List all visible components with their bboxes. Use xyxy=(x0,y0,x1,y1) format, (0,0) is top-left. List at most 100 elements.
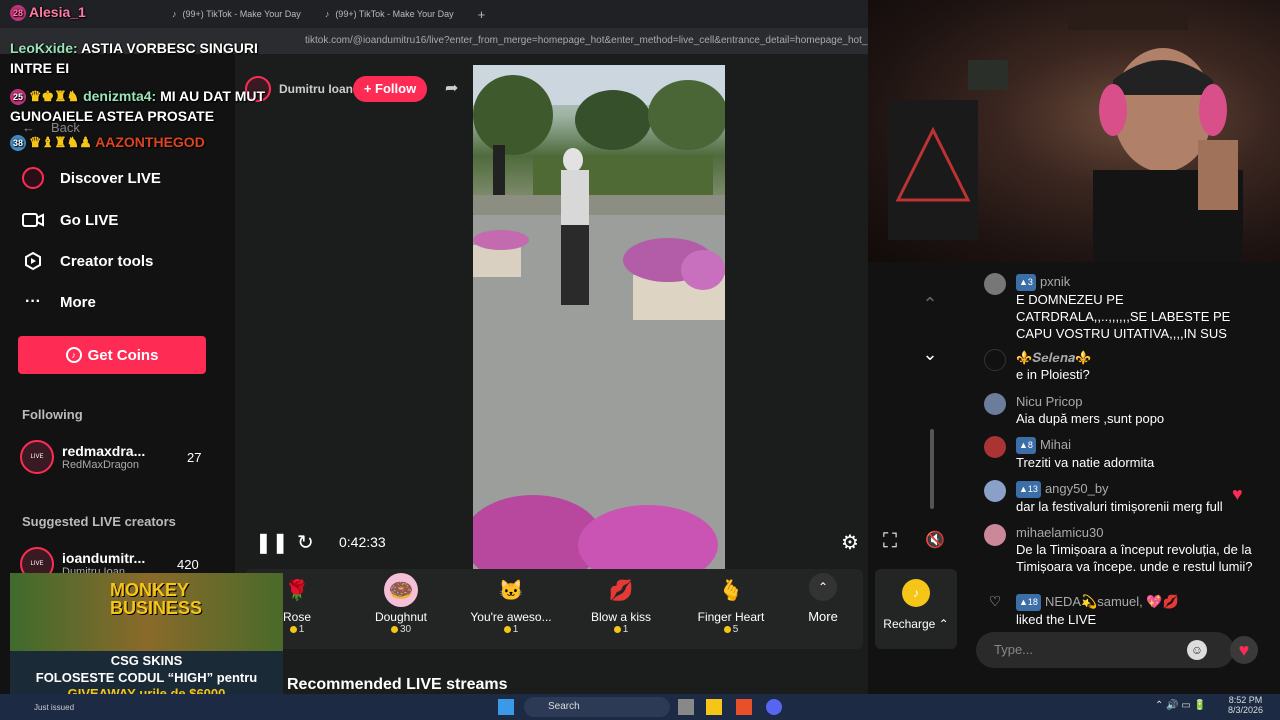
fullscreen-icon[interactable]: ⛶ xyxy=(883,530,897,553)
sidebar-item-creator-tools[interactable]: Creator tools xyxy=(22,250,153,272)
new-tab-button[interactable]: + xyxy=(466,0,498,28)
level-badge: ▲8 xyxy=(1016,437,1036,455)
chat-message: mihaelamicu30 De la Timișoara a început r… xyxy=(984,524,1256,575)
video-frame xyxy=(473,65,725,569)
level-badge: ▲3 xyxy=(1016,274,1036,292)
taskbar: Just issued Search ⌃ 🔊 ▭ 🔋 8:52 PM 8/3/20… xyxy=(0,694,1280,720)
badge-icons: ♛♚♜♞ xyxy=(29,88,80,104)
ad-line-1: FOLOSESTE CODUL “HIGH” pentru xyxy=(35,670,258,685)
gift-more-button[interactable]: ⌃ More xyxy=(773,573,873,624)
suggested-heading: Suggested LIVE creators xyxy=(22,514,176,529)
chat-message: Nicu Pricop Aia după mers ,sunt popo xyxy=(984,393,1256,427)
file-explorer-icon[interactable] xyxy=(706,699,722,715)
creator-name: ioandumitr... xyxy=(62,550,146,566)
avatar xyxy=(984,524,1006,546)
chat-message: ⚜️𝑺𝒆𝒍𝒆𝒏𝒂⚜️ e in Ploiesti? xyxy=(984,349,1256,383)
ad-brand: CSG SKINS xyxy=(110,653,183,668)
gift-panel: 🌹 Rose 1 🍩 Doughnut 30 🐱 You're aweso...… xyxy=(245,569,863,649)
brave-browser-icon[interactable] xyxy=(736,699,752,715)
live-chat: ▲3 pxnik E DOMNEZEU PE CATRDRALA,,..,,,,,,… xyxy=(962,262,1280,694)
lips-icon: 💋 xyxy=(608,579,634,602)
finger-heart-icon: 🫰 xyxy=(718,579,744,602)
elapsed-time: 0:42:33 xyxy=(339,534,386,550)
sidebar-item-go-live[interactable]: Go LIVE xyxy=(22,209,118,231)
coin-icon: ♪ xyxy=(902,579,930,607)
more-dots-icon: ··· xyxy=(25,293,41,310)
chevron-down-icon[interactable]: ⌄ xyxy=(918,344,942,368)
chevron-up-icon: ⌃ xyxy=(938,617,949,631)
browser-tab[interactable]: ♪ (99+) TikTok - Make Your Day xyxy=(313,0,466,28)
task-view-icon[interactable] xyxy=(678,699,694,715)
sponsor-banner: MONKEY BUSINESS CSG SKINS FOLOSESTE CODU… xyxy=(10,573,283,704)
share-icon[interactable]: ➦ xyxy=(445,78,458,98)
gift-youre-awesome[interactable]: 🐱 You're aweso... 1 xyxy=(461,573,561,636)
like-heart-button[interactable]: ♥ xyxy=(1230,636,1258,664)
overlay-chat-line: 28 Alesia_1 xyxy=(10,4,86,22)
level-badge: ▲18 xyxy=(1016,594,1041,612)
live-icon xyxy=(22,167,44,189)
chevron-up-icon: ⌃ xyxy=(809,573,837,601)
gift-blow-a-kiss[interactable]: 💋 Blow a kiss 1 xyxy=(571,573,671,636)
avatar xyxy=(984,393,1006,415)
chat-message: ▲8 Mihai Treziti va natie adormita xyxy=(984,436,1256,471)
cat-icon: 🐱 xyxy=(498,579,524,602)
webcam-feed xyxy=(868,0,1280,262)
avatar xyxy=(984,273,1006,295)
clock[interactable]: 8:52 PM 8/3/2026 xyxy=(1228,695,1263,715)
taskbar-search[interactable]: Search xyxy=(524,697,670,717)
floating-heart-icon: ♥ xyxy=(1232,484,1243,504)
badge-icons: ♛♝♜♞♟ xyxy=(29,134,92,150)
live-stream-area: Dumitru Ioan + Follow ➦ ❚❚ ↻ 0:42:33 ⚙ ⛶… xyxy=(235,54,957,694)
overlay-chat-line: 38 ♛♝♜♞♟ AAZONTHEGOD xyxy=(10,134,205,152)
avatar: LIVE xyxy=(20,440,54,474)
ad-title: MONKEY BUSINESS xyxy=(110,580,203,618)
chevron-up-icon[interactable]: ⌃ xyxy=(918,294,942,318)
level-badge: ▲13 xyxy=(1016,481,1041,499)
video-camera-icon xyxy=(22,209,44,231)
discord-icon[interactable] xyxy=(766,699,782,715)
mute-icon[interactable]: 🔇 xyxy=(925,530,945,550)
tools-icon xyxy=(22,250,44,272)
chat-message: ▲13 angy50_by dar la festivaluri timișoren… xyxy=(984,480,1256,515)
webcam-image xyxy=(888,10,1243,262)
doughnut-icon: 🍩 xyxy=(384,573,418,607)
settings-icon[interactable]: ⚙ xyxy=(841,530,859,555)
overlay-chat-line: LeoKxide: ASTIA VORBESC SINGURI INTRE EI xyxy=(10,40,258,76)
sidebar-item-discover-live[interactable]: Discover LIVE xyxy=(22,167,161,189)
avatar xyxy=(984,436,1006,458)
coin-icon xyxy=(289,625,297,633)
following-heading: Following xyxy=(22,407,83,422)
browser-tab[interactable]: ♪ (99+) TikTok - Make Your Day xyxy=(160,0,313,28)
recommended-heading: Recommended LIVE streams xyxy=(287,676,508,693)
coin-icon xyxy=(613,625,621,633)
pause-icon[interactable]: ❚❚ xyxy=(255,530,289,555)
avatar xyxy=(984,480,1006,502)
gift-finger-heart[interactable]: 🫰 Finger Heart 5 xyxy=(681,573,781,636)
emoji-icon[interactable]: ☺ xyxy=(1187,640,1207,660)
chat-message: ♡ ▲18 NEDA💫samuel, 💖💋 liked the LIVE xyxy=(984,593,1256,628)
follow-button[interactable]: + Follow xyxy=(353,76,427,102)
creator-name: redmaxdra... xyxy=(62,443,146,459)
get-coins-button[interactable]: ♪ Get Coins xyxy=(18,336,206,374)
sidebar-item-more[interactable]: ··· More xyxy=(22,291,96,313)
chat-message: ▲3 pxnik E DOMNEZEU PE CATRDRALA,,..,,,,,,… xyxy=(984,273,1256,342)
refresh-icon[interactable]: ↻ xyxy=(297,530,314,555)
tiktok-icon: ♪ xyxy=(172,9,177,19)
gift-doughnut[interactable]: 🍩 Doughnut 30 xyxy=(351,573,451,635)
coin-icon xyxy=(723,625,731,633)
browser-tab-bar: ♪ (99+) TikTok - Make Your Day ♪ (99+) Tik… xyxy=(0,0,868,28)
tiktok-icon: ♪ xyxy=(324,9,330,19)
video-player[interactable] xyxy=(473,65,725,569)
rose-icon: 🌹 xyxy=(284,579,310,602)
following-creator[interactable]: LIVE redmaxdra... RedMaxDragon 27 xyxy=(20,440,201,474)
windows-start-icon[interactable] xyxy=(498,699,514,715)
coin-icon xyxy=(503,625,511,633)
avatar xyxy=(984,349,1006,371)
viewer-count: 420 xyxy=(177,556,199,572)
tray-icons[interactable]: ⌃ 🔊 ▭ 🔋 xyxy=(1155,700,1206,711)
recharge-button[interactable]: ♪ Recharge ⌃ xyxy=(875,569,957,649)
status-text: Just issued xyxy=(34,703,75,712)
heart-outline-icon: ♡ xyxy=(988,593,1002,609)
coin-icon xyxy=(390,625,398,633)
volume-slider[interactable] xyxy=(930,429,934,509)
